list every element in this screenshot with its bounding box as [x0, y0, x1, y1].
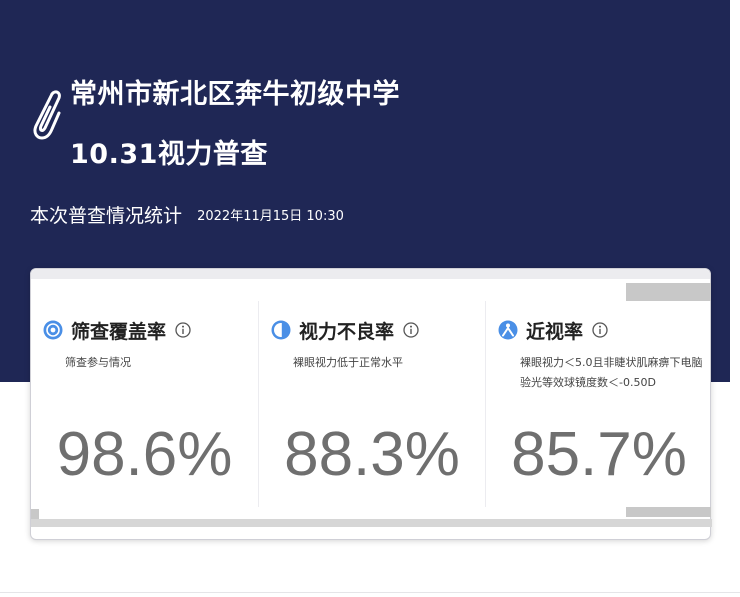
metric-poor-vision-value: 88.3%	[284, 420, 460, 489]
school-name: 常州市新北区奔牛初级中学	[70, 79, 400, 110]
half-circle-icon	[271, 320, 291, 340]
event-name: 10.31视力普查	[70, 139, 268, 170]
redaction-bar	[31, 519, 712, 527]
metric-myopia-value: 85.7%	[511, 420, 687, 489]
metric-poor-vision-description: 裸眼视力低于正常水平	[293, 356, 403, 369]
summary-timestamp: 2022年11月15日 10:30	[197, 209, 344, 224]
person-icon	[498, 320, 518, 340]
metric-myopia-title: 近视率	[526, 320, 584, 343]
info-icon[interactable]	[592, 322, 608, 338]
target-circle-icon	[43, 320, 63, 340]
metric-poor-vision-head: 视力不良率	[271, 315, 419, 345]
metric-coverage-head: 筛查覆盖率	[43, 315, 191, 345]
metric-poor-vision-title: 视力不良率	[299, 320, 395, 343]
metric-myopia-head: 近视率	[498, 315, 608, 345]
summary-label: 本次普查情况统计	[30, 205, 183, 227]
right-edge-strip	[730, 0, 740, 597]
metric-coverage-title: 筛查覆盖率	[71, 320, 167, 343]
metric-coverage: 筛查覆盖率 筛查参与情况 98.6%	[31, 301, 258, 507]
paperclip-icon	[33, 90, 61, 140]
metric-coverage-description: 筛查参与情况	[65, 356, 131, 369]
info-icon[interactable]	[403, 322, 419, 338]
info-icon[interactable]	[175, 322, 191, 338]
metric-myopia-description: 裸眼视力＜5.0且非睫状肌麻痹下电脑验光等效球镜度数＜-0.50D	[520, 356, 703, 389]
redaction-block-bottom	[626, 507, 711, 517]
metrics-card: 筛查覆盖率 筛查参与情况 98.6% 视力不良率 裸眼视力低于正常水平 88.3…	[30, 268, 712, 540]
metric-poor-vision: 视力不良率 裸眼视力低于正常水平 88.3%	[258, 301, 485, 507]
card-top-edge	[31, 269, 710, 279]
summary-heading: 本次普查情况统计 2022年11月15日 10:30	[30, 201, 344, 228]
redaction-block-top	[626, 283, 711, 301]
bottom-divider	[0, 592, 740, 593]
metric-coverage-value: 98.6%	[56, 420, 233, 489]
metric-myopia: 近视率 裸眼视力＜5.0且非睫状肌麻痹下电脑验光等效球镜度数＜-0.50D 85…	[485, 301, 712, 507]
